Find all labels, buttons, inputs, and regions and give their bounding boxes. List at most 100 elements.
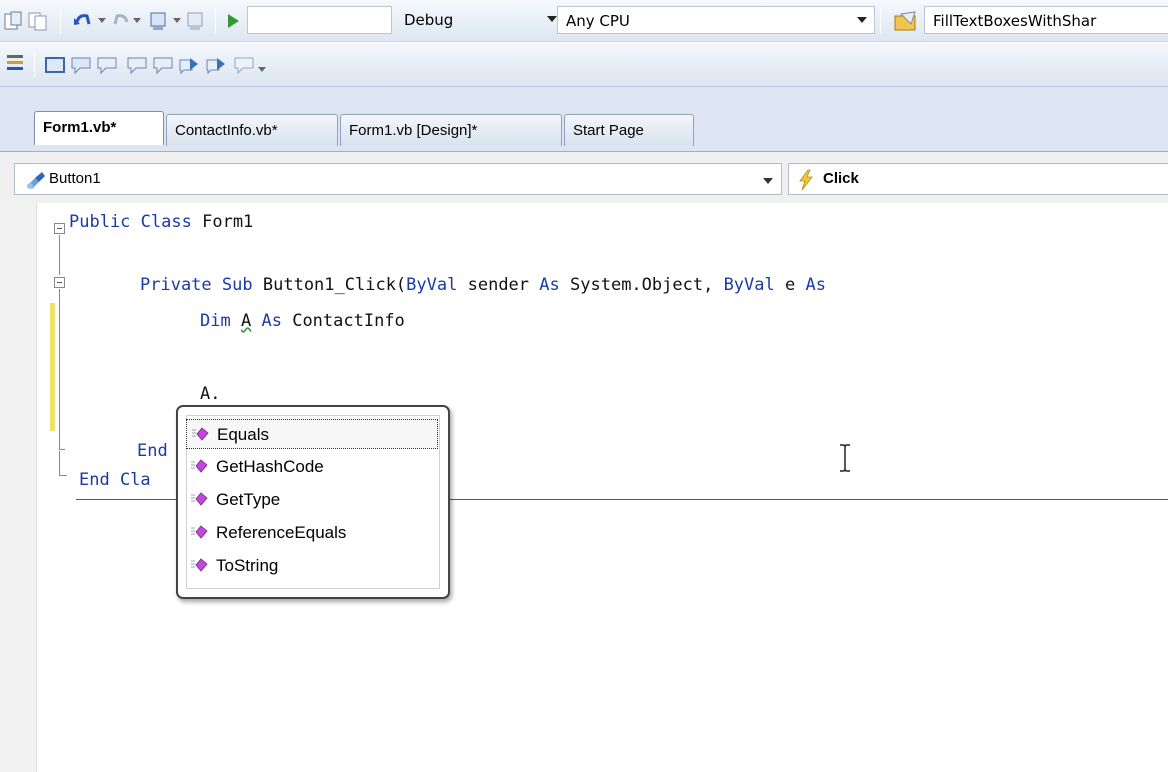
copy-icon[interactable]	[27, 10, 49, 32]
identifier: e	[785, 275, 796, 295]
tab-contactinfo-vb[interactable]: ContactInfo.vb*	[166, 114, 338, 146]
completion-item-gethashcode[interactable]: GetHashCode	[186, 452, 438, 482]
navigate-dropdown-icon[interactable]	[173, 18, 181, 23]
document-tab-strip: Form1.vb* ContactInfo.vb* Form1.vb [Desi…	[0, 87, 1168, 151]
block-icon[interactable]	[44, 54, 66, 76]
collapse-sub-icon[interactable]	[54, 277, 65, 288]
keyword: ByVal	[406, 275, 458, 295]
completion-item-label: GetHashCode	[216, 457, 324, 476]
navigation-bar: Button1 Click	[0, 151, 1168, 203]
redo-dropdown-icon[interactable]	[133, 18, 141, 23]
member-access-text: A.	[200, 384, 221, 404]
text-editor-toolbar	[0, 43, 1168, 87]
method-name-combo[interactable]: Click	[788, 163, 1168, 195]
change-tracking-bar	[50, 303, 55, 431]
tab-form1-vb[interactable]: Form1.vb*	[34, 111, 164, 145]
tab-label: Start Page	[573, 122, 644, 139]
undo-icon[interactable]	[72, 10, 94, 32]
method-icon	[191, 426, 209, 442]
keyword: Sub	[221, 275, 253, 295]
navigate-forward-icon[interactable]	[185, 10, 207, 32]
toolbar-separator	[60, 8, 61, 34]
type-name: ContactInfo	[292, 311, 405, 331]
outline-line	[59, 451, 60, 475]
keyword: As	[539, 275, 560, 295]
chevron-down-icon[interactable]	[547, 16, 557, 22]
next-bookmark-icon[interactable]	[178, 54, 200, 76]
undo-dropdown-icon[interactable]	[98, 18, 106, 23]
next-bookmark-in-folder-icon[interactable]	[205, 54, 227, 76]
find-in-files-icon[interactable]	[893, 10, 919, 32]
start-debugging-icon[interactable]	[222, 10, 244, 32]
chevron-down-icon[interactable]	[763, 178, 773, 184]
configuration-label-area: Debug	[392, 6, 557, 34]
keyword: As	[805, 275, 826, 295]
clear-bookmarks-icon[interactable]	[233, 54, 255, 76]
intellisense-completion-list[interactable]: Equals GetHashCode GetType ReferenceEqua…	[176, 405, 450, 599]
outline-line	[59, 289, 60, 449]
keyword: Dim	[200, 311, 231, 331]
completion-item-label: Equals	[217, 425, 269, 444]
completion-item-label: ReferenceEquals	[216, 523, 347, 542]
tab-start-page[interactable]: Start Page	[564, 114, 694, 146]
tab-label: Form1.vb [Design]*	[349, 122, 478, 139]
completion-item-referenceequals[interactable]: ReferenceEquals	[186, 518, 438, 548]
find-combo[interactable]: FillTextBoxesWithShar	[924, 6, 1168, 34]
class-name-combo[interactable]: Button1	[14, 163, 782, 195]
method-icon	[190, 491, 208, 507]
identifier: sender	[467, 275, 530, 295]
code-line-end-sub: End	[137, 441, 168, 461]
configuration-label: Debug	[404, 11, 454, 29]
keyword: End Cla	[79, 470, 151, 490]
code-line-member-access: A.	[200, 384, 220, 404]
standard-toolbar: Debug Any CPU FillTextBoxesWithShar	[0, 0, 1168, 42]
identifier: Button1_Click(	[262, 275, 407, 295]
code-line-class: Public Class Form1	[69, 212, 253, 232]
toggle-comment-icon[interactable]	[4, 52, 26, 74]
outline-line	[59, 235, 60, 275]
toolbar-options-icon[interactable]	[258, 67, 266, 72]
event-lightning-icon	[795, 169, 817, 195]
completion-item-equals[interactable]: Equals	[186, 419, 438, 449]
tab-label: Form1.vb*	[43, 119, 117, 136]
add-item-icon[interactable]	[2, 10, 24, 32]
variable-with-warning: A	[240, 311, 252, 331]
keyword: End	[137, 441, 168, 461]
method-name-label: Click	[823, 170, 859, 187]
method-icon	[190, 524, 208, 540]
comment-out-icon[interactable]	[70, 54, 92, 76]
platform-label: Any CPU	[566, 12, 630, 30]
redo-icon[interactable]	[110, 10, 132, 32]
identifier: System.Object,	[570, 275, 714, 295]
keyword: ByVal	[723, 275, 775, 295]
collapse-class-icon[interactable]	[54, 223, 65, 234]
toolbar-separator	[215, 8, 216, 34]
uncomment-icon[interactable]	[96, 54, 118, 76]
solution-configuration-combo[interactable]	[247, 6, 392, 34]
class-name-label: Button1	[49, 170, 101, 187]
indicator-margin	[0, 203, 37, 772]
solution-platform-combo[interactable]: Any CPU	[557, 6, 875, 34]
keyword: Private	[140, 275, 212, 295]
toolbar-separator	[880, 8, 881, 34]
completion-item-label: ToString	[216, 556, 279, 575]
chevron-down-icon[interactable]	[857, 17, 867, 23]
previous-bookmark-icon[interactable]	[152, 54, 174, 76]
class-icon	[25, 170, 47, 194]
code-line-dim: Dim A As ContactInfo	[200, 311, 405, 331]
completion-item-gettype[interactable]: GetType	[186, 485, 438, 515]
completion-item-label: GetType	[216, 490, 281, 509]
code-line-sub: Private Sub Button1_Click(ByVal sender A…	[140, 275, 826, 295]
completion-item-tostring[interactable]: ToString	[186, 551, 438, 581]
bookmark-icon[interactable]	[126, 54, 148, 76]
keyword: As	[261, 311, 282, 331]
outline-end	[59, 449, 65, 450]
method-icon	[190, 458, 208, 474]
outline-end	[59, 475, 67, 476]
keyword: Class	[140, 212, 192, 232]
tab-form1-design[interactable]: Form1.vb [Design]*	[340, 114, 562, 146]
find-text: FillTextBoxesWithShar	[933, 12, 1097, 30]
tab-label: ContactInfo.vb*	[175, 122, 278, 139]
navigate-backward-icon[interactable]	[148, 10, 170, 32]
toolbar-separator	[34, 51, 35, 77]
